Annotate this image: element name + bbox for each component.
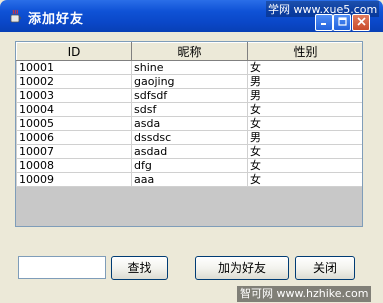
cell-gender[interactable]: 女 <box>247 102 362 117</box>
cell-nickname[interactable]: shine <box>131 60 248 75</box>
cell-gender[interactable]: 女 <box>247 116 362 131</box>
title-bar[interactable]: 添加好友 学网 www.xue5.com <box>0 0 383 32</box>
cell-gender[interactable]: 男 <box>247 88 362 103</box>
cell-nickname[interactable]: dssdsc <box>131 130 248 145</box>
cell-gender[interactable]: 男 <box>247 130 362 145</box>
cell-gender[interactable]: 女 <box>247 158 362 173</box>
table-row[interactable]: 10002 gaojing 男 <box>16 74 362 89</box>
friend-table[interactable]: ID 昵称 性别 10001 shine 女 10002 gaojing 男 1… <box>15 41 363 227</box>
table-row[interactable]: 10001 shine 女 <box>16 60 362 75</box>
cell-id[interactable]: 10004 <box>16 102 132 117</box>
cell-gender[interactable]: 女 <box>247 144 362 159</box>
column-header-id[interactable]: ID <box>16 42 132 61</box>
search-button[interactable]: 查找 <box>111 256 168 280</box>
cell-gender[interactable]: 女 <box>247 60 362 75</box>
cell-id[interactable]: 10006 <box>16 130 132 145</box>
add-friend-button[interactable]: 加为好友 <box>195 256 289 280</box>
add-friend-window: 添加好友 学网 www.xue5.com ID 昵称 性别 10001 shin… <box>0 0 383 303</box>
cell-nickname[interactable]: sdsf <box>131 102 248 117</box>
maximize-icon <box>337 16 347 29</box>
cell-nickname[interactable]: asda <box>131 116 248 131</box>
cell-id[interactable]: 10009 <box>16 172 132 187</box>
cell-nickname[interactable]: aaa <box>131 172 248 187</box>
minimize-button[interactable] <box>315 14 333 31</box>
watermark-bottom: 智可网 www.hzhike.com <box>237 286 372 302</box>
cell-gender[interactable]: 男 <box>247 74 362 89</box>
cell-nickname[interactable]: sdfsdf <box>131 88 248 103</box>
close-window-button[interactable] <box>352 14 370 31</box>
cell-nickname[interactable]: asdad <box>131 144 248 159</box>
table-header-row: ID 昵称 性别 <box>16 42 362 61</box>
cell-id[interactable]: 10005 <box>16 116 132 131</box>
cell-id[interactable]: 10008 <box>16 158 132 173</box>
table-row[interactable]: 10008 dfg 女 <box>16 158 362 173</box>
cell-gender[interactable]: 女 <box>247 172 362 187</box>
table-row[interactable]: 10004 sdsf 女 <box>16 102 362 117</box>
column-header-gender[interactable]: 性别 <box>247 42 362 61</box>
minimize-icon <box>320 17 328 28</box>
cell-id[interactable]: 10002 <box>16 74 132 89</box>
cell-id[interactable]: 10003 <box>16 88 132 103</box>
table-row[interactable]: 10007 asdad 女 <box>16 144 362 159</box>
maximize-button[interactable] <box>333 14 351 31</box>
column-header-nickname[interactable]: 昵称 <box>131 42 248 61</box>
cell-nickname[interactable]: dfg <box>131 158 248 173</box>
search-input[interactable] <box>18 256 106 279</box>
java-coffee-icon <box>8 8 24 24</box>
close-button[interactable]: 关闭 <box>295 256 355 280</box>
close-icon <box>356 16 366 29</box>
window-title: 添加好友 <box>28 12 85 27</box>
cell-id[interactable]: 10007 <box>16 144 132 159</box>
table-row[interactable]: 10003 sdfsdf 男 <box>16 88 362 103</box>
table-row[interactable]: 10005 asda 女 <box>16 116 362 131</box>
cell-id[interactable]: 10001 <box>16 60 132 75</box>
table-row[interactable]: 10006 dssdsc 男 <box>16 130 362 145</box>
cell-nickname[interactable]: gaojing <box>131 74 248 89</box>
table-row[interactable]: 10009 aaa 女 <box>16 172 362 187</box>
